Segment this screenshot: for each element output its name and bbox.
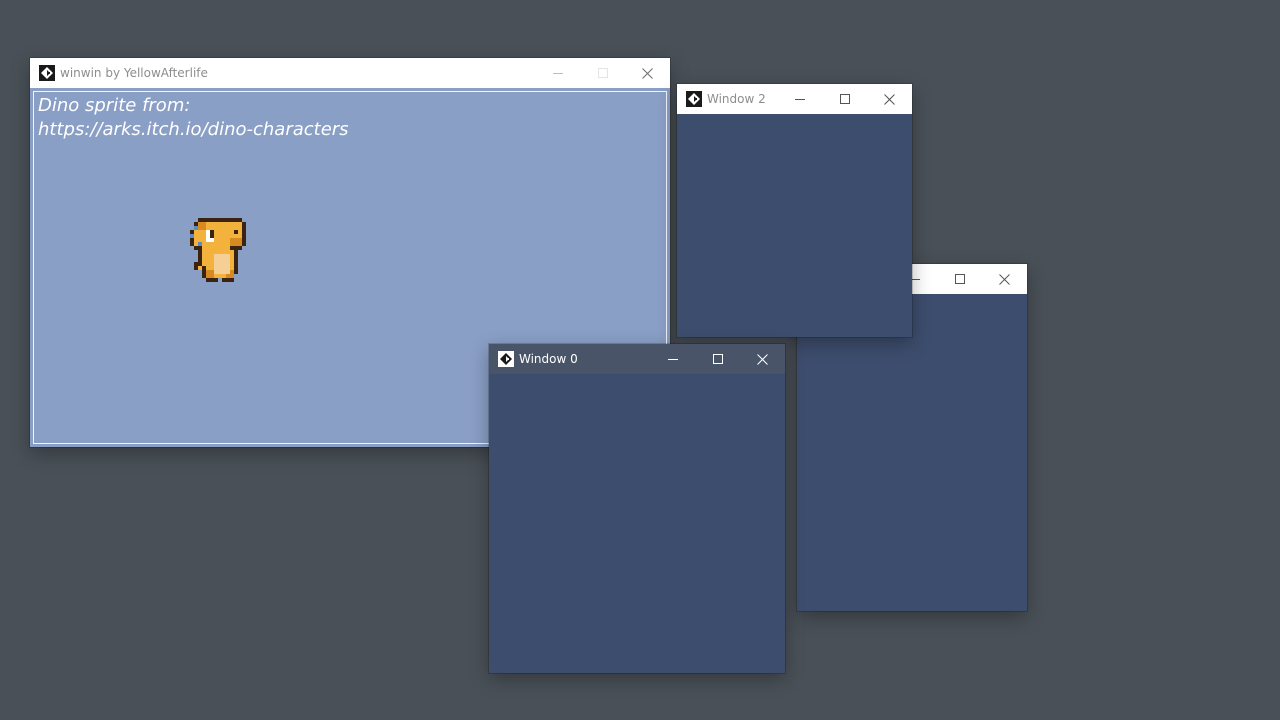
close-button[interactable]: [867, 84, 912, 114]
close-icon: [884, 93, 895, 105]
credit-line-2: https://arks.itch.io/dino-characters: [38, 119, 349, 140]
window-0[interactable]: Window 0: [489, 344, 785, 673]
dino-sprite[interactable]: [190, 218, 250, 284]
close-button[interactable]: [740, 344, 785, 374]
close-button[interactable]: [625, 58, 670, 88]
window-1-canvas[interactable]: [797, 294, 1027, 611]
close-icon: [642, 67, 653, 79]
minimize-icon: [794, 99, 805, 100]
window-2[interactable]: Window 2: [677, 84, 912, 337]
minimize-icon: [667, 359, 678, 360]
sprite-credit: Dino sprite from: https://arks.itch.io/d…: [38, 94, 349, 142]
gamemaker-logo-icon: [685, 91, 702, 108]
window-2-titlebar[interactable]: Window 2: [677, 84, 912, 114]
gamemaker-logo-icon: [497, 351, 514, 368]
maximize-icon: [597, 68, 608, 78]
close-icon: [999, 273, 1010, 285]
window-0-titlebar[interactable]: Window 0: [489, 344, 785, 374]
maximize-icon: [954, 274, 965, 284]
minimize-button[interactable]: [650, 344, 695, 374]
window-title: Window 0: [519, 352, 578, 366]
maximize-icon: [712, 354, 723, 364]
maximize-button[interactable]: [822, 84, 867, 114]
window-0-canvas[interactable]: [489, 374, 785, 673]
window-title: winwin by YellowAfterlife: [60, 66, 208, 80]
close-button[interactable]: [982, 264, 1027, 294]
minimize-icon: [552, 73, 563, 74]
window-title: Window 2: [707, 92, 766, 106]
maximize-button[interactable]: [937, 264, 982, 294]
gamemaker-logo-icon: [38, 65, 55, 82]
maximize-button[interactable]: [695, 344, 740, 374]
minimize-button[interactable]: [777, 84, 822, 114]
main-window-titlebar[interactable]: winwin by YellowAfterlife: [30, 58, 670, 88]
maximize-button[interactable]: [580, 58, 625, 88]
credit-line-1: Dino sprite from:: [38, 95, 191, 116]
close-icon: [757, 353, 768, 365]
minimize-button[interactable]: [535, 58, 580, 88]
window-2-canvas[interactable]: [677, 114, 912, 337]
maximize-icon: [839, 94, 850, 104]
